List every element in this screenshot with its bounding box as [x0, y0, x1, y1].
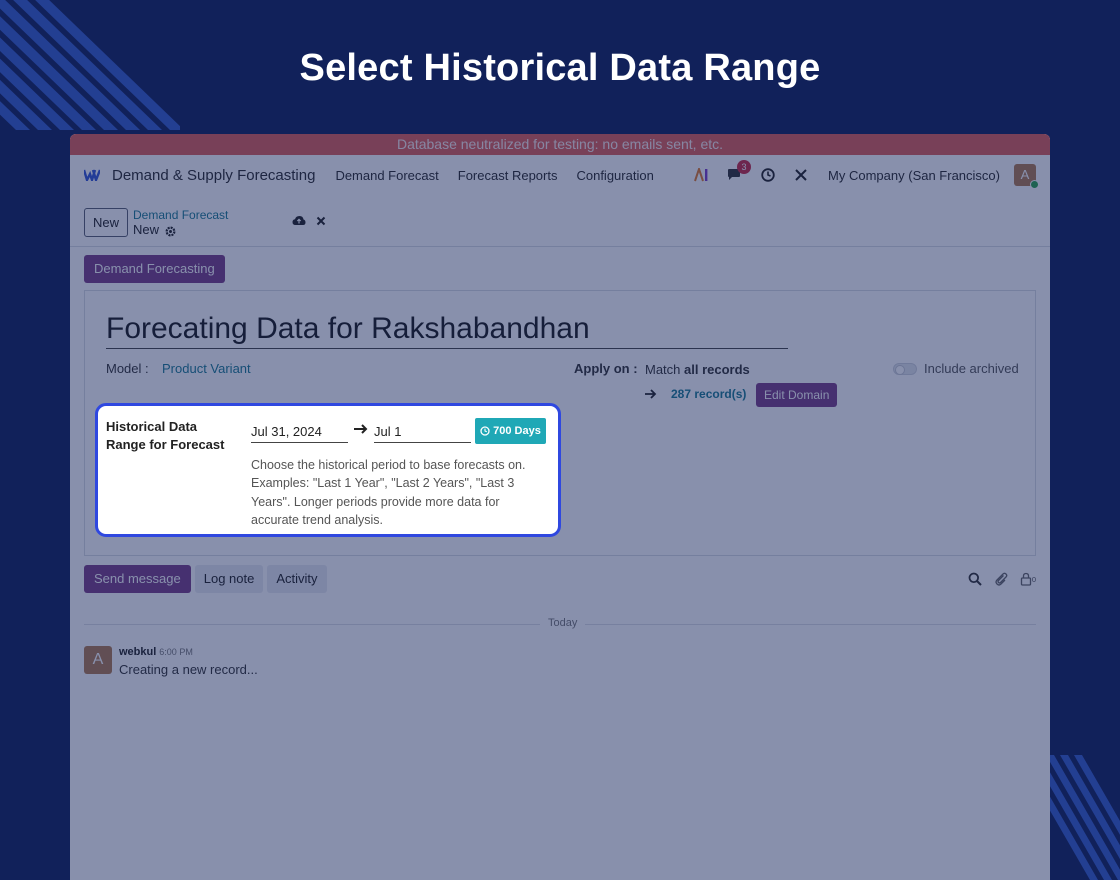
page-heading: Select Historical Data Range	[299, 47, 821, 89]
clock-icon[interactable]	[760, 167, 776, 183]
menu-demand-forecast[interactable]: Demand Forecast	[335, 168, 438, 183]
historical-range-label: Historical Data Range for Forecast	[106, 419, 225, 452]
paperclip-icon[interactable]	[994, 572, 1008, 586]
gear-icon[interactable]	[165, 225, 176, 236]
match-prefix: Match	[645, 362, 685, 377]
chatter-topbar: Send message Log note Activity 0	[84, 564, 1036, 594]
arrow-right-icon	[645, 387, 659, 399]
top-navbar: Demand & Supply Forecasting Demand Forec…	[70, 155, 1050, 195]
days-badge: 700 Days	[475, 418, 546, 444]
menu-forecast-reports[interactable]: Forecast Reports	[458, 168, 558, 183]
message-time: 6:00 PM	[159, 647, 193, 657]
demand-forecasting-button[interactable]: Demand Forecasting	[84, 255, 225, 283]
message-header: webkul 6:00 PM	[119, 646, 258, 658]
ai-icon[interactable]	[694, 167, 710, 183]
online-status-dot	[1030, 180, 1039, 189]
model-value-link[interactable]: Product Variant	[162, 361, 251, 376]
date-from-input[interactable]: Jul 31, 2024	[251, 421, 348, 443]
followers-icon[interactable]: 0	[1020, 572, 1036, 586]
user-avatar[interactable]: A	[1014, 164, 1039, 189]
save-cloud-icon[interactable]	[292, 215, 306, 226]
menu-configuration[interactable]: Configuration	[576, 168, 653, 183]
activity-button[interactable]: Activity	[267, 565, 327, 593]
control-panel: New Demand Forecast New	[70, 195, 1050, 247]
tools-icon[interactable]	[793, 167, 809, 183]
follower-count: 0	[1031, 574, 1036, 584]
include-archived-label: Include archived	[924, 361, 1019, 376]
decorative-stripes-bottom-right	[1048, 755, 1120, 880]
historical-range-card: Historical Data Range for Forecast Jul 3…	[95, 403, 561, 537]
model-label: Model :	[106, 361, 149, 376]
today-label: Today	[540, 617, 586, 629]
record-title-input[interactable]: Forecating Data for Rakshabandhan	[106, 311, 788, 349]
date-to-input[interactable]: Jul 1	[374, 421, 471, 443]
match-all-records: all records	[684, 362, 750, 377]
new-button[interactable]: New	[84, 208, 129, 237]
edit-domain-button[interactable]: Edit Domain	[756, 383, 838, 407]
search-icon[interactable]	[968, 572, 982, 586]
days-count: 700 Days	[493, 425, 541, 437]
breadcrumb: Demand Forecast New	[133, 209, 228, 238]
send-message-button[interactable]: Send message	[84, 565, 191, 593]
apply-on-label: Apply on :	[574, 361, 638, 376]
app-logo-icon[interactable]	[84, 168, 102, 182]
form-statusbar: Demand Forecasting	[70, 247, 1050, 289]
company-switcher[interactable]: My Company (San Francisco)	[828, 168, 1000, 183]
app-name[interactable]: Demand & Supply Forecasting	[112, 167, 315, 184]
breadcrumb-current: New	[133, 222, 160, 237]
chatter-message: A webkul 6:00 PM Creating a new record...	[84, 646, 258, 677]
message-count-badge: 3	[737, 160, 752, 174]
breadcrumb-parent[interactable]: Demand Forecast	[133, 209, 228, 222]
user-avatar-letter: A	[1020, 167, 1030, 182]
message-author[interactable]: webkul	[119, 646, 156, 658]
match-text: Match all records	[645, 362, 750, 377]
record-count-link[interactable]: 287 record(s)	[671, 387, 746, 401]
log-note-button[interactable]: Log note	[194, 565, 264, 593]
date-separator: Today	[84, 617, 1036, 631]
clock-icon	[480, 426, 490, 436]
discard-close-icon[interactable]	[316, 216, 326, 226]
historical-range-help: Choose the historical period to base for…	[251, 458, 526, 527]
message-avatar[interactable]: A	[84, 646, 112, 674]
messages-icon[interactable]: 3	[727, 160, 752, 183]
neutralized-banner: Database neutralized for testing: no ema…	[70, 134, 1050, 155]
include-archived-toggle[interactable]	[893, 363, 917, 375]
message-text: Creating a new record...	[119, 662, 258, 677]
arrow-right-icon	[354, 422, 368, 438]
